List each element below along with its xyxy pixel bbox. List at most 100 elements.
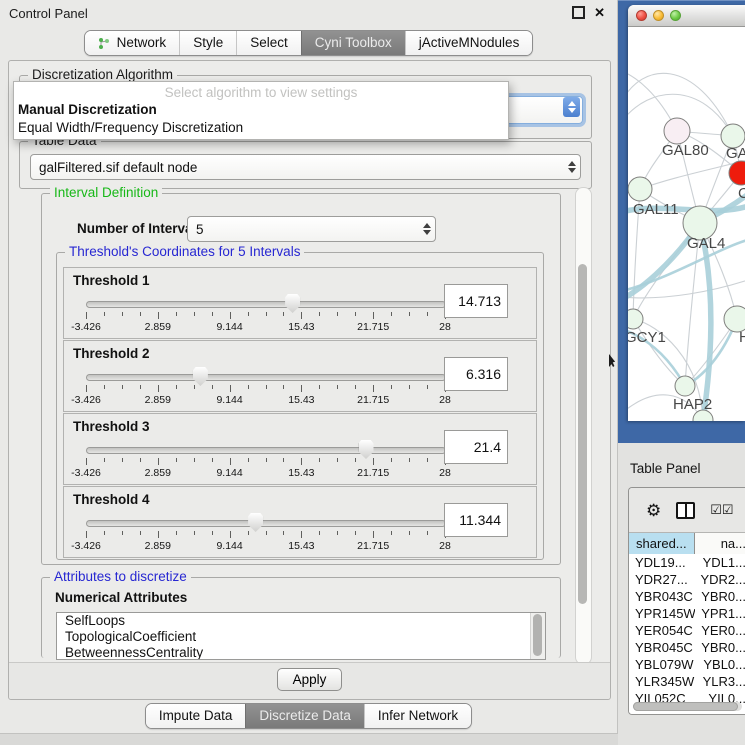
threshold-row: Threshold 2 -3.4262.8599.14415.4321.7152… [63, 340, 537, 412]
table-row[interactable]: YPR145WYPR1... [629, 605, 745, 622]
tab-discretize-data[interactable]: Discretize Data [245, 704, 364, 728]
slider-tick-labels: -3.4262.8599.14415.4321.71528 [86, 540, 446, 552]
slider-ticks [86, 458, 446, 466]
table-row[interactable]: YDL19...YDL1... [629, 554, 745, 571]
tab-network[interactable]: Network [85, 31, 180, 55]
zoom-traffic-light-icon[interactable] [670, 10, 681, 21]
list-item-selfloops[interactable]: SelfLoops [57, 613, 545, 629]
tab-select[interactable]: Select [236, 31, 301, 55]
threshold-slider[interactable]: -3.4262.8599.14415.4321.71528 [86, 298, 446, 334]
control-panel-titlebar: Control Panel ✕ [0, 0, 617, 26]
table-row[interactable]: YER054CYER0... [629, 622, 745, 639]
network-window-titlebar[interactable] [628, 5, 745, 27]
tab-infer-network[interactable]: Infer Network [364, 704, 471, 728]
slider-ticks [86, 312, 446, 320]
table-data-group: Table Data galFiltered.sif default node [19, 141, 592, 189]
cell-name: YBR0... [695, 639, 745, 656]
top-tab-bar: Network Style SelectCyni Toolbox jActiveMNo… [84, 30, 534, 56]
number-of-intervals-value: 5 [188, 222, 418, 237]
float-window-icon[interactable] [572, 6, 585, 19]
slider-tick-labels: -3.4262.8599.14415.4321.71528 [86, 394, 446, 406]
slider-ticks [86, 531, 446, 539]
option-manual-discretization[interactable]: Manual Discretization [14, 101, 508, 119]
settings-gear-icon[interactable]: ⚙ [646, 502, 661, 519]
number-of-intervals-combobox[interactable]: 5 [187, 216, 436, 242]
table-header: shared... na... [629, 532, 745, 555]
network-node-gal11[interactable] [628, 177, 652, 201]
tab-label: Style [193, 31, 223, 55]
table-hscrollbar[interactable] [633, 702, 742, 711]
network-node-label: GCY1 [628, 329, 666, 346]
combo-stepper-icon[interactable] [563, 155, 580, 179]
cell-shared-name: YDL19... [629, 554, 697, 571]
table-data-combobox[interactable]: galFiltered.sif default node [30, 154, 581, 180]
apply-bar: Apply [9, 662, 610, 699]
slider-track[interactable] [86, 447, 446, 454]
threshold-slider[interactable]: -3.4262.8599.14415.4321.71528 [86, 371, 446, 407]
list-item-topologicalcoefficient[interactable]: TopologicalCoefficient [57, 629, 545, 645]
settings-scrollbar-thumb[interactable] [578, 264, 587, 604]
threshold-row: Threshold 1 -3.4262.8599.14415.4321.7152… [63, 267, 537, 339]
interval-definition-group: Interval Definition Number of Intervals … [41, 193, 561, 565]
tab-label: jActiveMNodules [419, 31, 520, 55]
number-of-intervals-label: Number of Intervals [77, 221, 204, 236]
network-node-hap2[interactable] [675, 376, 695, 396]
tab-impute-data[interactable]: Impute Data [146, 704, 246, 728]
tab-label: Discretize Data [259, 704, 351, 728]
table-hscrollbar-thumb[interactable] [633, 702, 738, 711]
column-layout-icon[interactable] [676, 502, 695, 519]
numerical-attributes-list[interactable]: SelfLoopsTopologicalCoefficientBetweenne… [56, 612, 546, 660]
column-header-shared-name[interactable]: shared... [629, 533, 695, 555]
close-icon[interactable]: ✕ [594, 6, 605, 19]
slider-thumb[interactable] [285, 294, 300, 313]
close-traffic-light-icon[interactable] [636, 10, 647, 21]
threshold-slider[interactable]: -3.4262.8599.14415.4321.71528 [86, 517, 446, 553]
slider-thumb[interactable] [248, 513, 263, 532]
network-node-label: GAL4 [687, 235, 725, 252]
slider-track[interactable] [86, 374, 446, 381]
cell-shared-name: YBR045C [629, 639, 695, 656]
cell-name: YBL0... [697, 656, 745, 673]
slider-track[interactable] [86, 301, 446, 308]
table-row[interactable]: YBL079WYBL0... [629, 656, 745, 673]
table-row[interactable]: YBR043CYBR0... [629, 588, 745, 605]
table-row[interactable]: YDR27...YDR2... [629, 571, 745, 588]
list-item-betweennesscentrality[interactable]: BetweennessCentrality [57, 645, 545, 660]
table-body: YDL19...YDL1...YDR27...YDR2...YBR043CYBR… [629, 554, 745, 714]
thresholds-coordinates-group: Threshold's Coordinates for 5 Intervals … [56, 252, 544, 560]
network-canvas[interactable]: GAL80GACGAL11GAL4GCY1HHAP2 [628, 27, 745, 421]
threshold-value-field[interactable]: 14.713 [444, 284, 508, 318]
threshold-slider[interactable]: -3.4262.8599.14415.4321.71528 [86, 444, 446, 480]
tab-cyni-toolbox[interactable]: Cyni Toolbox [301, 31, 405, 55]
table-row[interactable]: YLR345WYLR3... [629, 673, 745, 690]
minimize-traffic-light-icon[interactable] [653, 10, 664, 21]
select-columns-checkboxes-icon[interactable]: ☑☑ [710, 502, 733, 518]
network-node-label: GA [726, 145, 745, 162]
combo-stepper-icon[interactable] [563, 97, 580, 117]
cell-name: YDR2... [694, 571, 745, 588]
threshold-label: Threshold 4 [73, 492, 150, 507]
network-node-gal80[interactable] [664, 118, 690, 144]
cyni-toolbox-panel: Discretization Algorithm Select algorith… [8, 60, 611, 700]
table-row[interactable]: YBR045CYBR0... [629, 639, 745, 656]
option-equal-width-frequency-discretization[interactable]: Equal Width/Frequency Discretization [14, 119, 508, 137]
thresholds-group-title: Threshold's Coordinates for 5 Intervals [65, 245, 304, 259]
slider-track[interactable] [86, 520, 446, 527]
algorithm-hint-option[interactable]: Select algorithm to view settings [14, 82, 508, 101]
threshold-value-field[interactable]: 11.344 [444, 503, 508, 537]
tab-style[interactable]: Style [179, 31, 236, 55]
list-scrollbar-thumb[interactable] [533, 614, 542, 656]
threshold-value-field[interactable]: 21.4 [444, 430, 508, 464]
slider-thumb[interactable] [359, 440, 374, 459]
threshold-value-field[interactable]: 6.316 [444, 357, 508, 391]
settings-scrollbar[interactable] [575, 187, 592, 665]
algorithm-group-title: Discretization Algorithm [28, 68, 177, 82]
list-scrollbar[interactable] [530, 613, 545, 659]
network-node-label: H [739, 329, 745, 346]
tab-jactivemnodules[interactable]: jActiveMNodules [405, 31, 533, 55]
network-node-gcy1[interactable] [628, 309, 643, 329]
apply-button[interactable]: Apply [277, 668, 343, 691]
slider-thumb[interactable] [193, 367, 208, 386]
combo-stepper-icon[interactable] [418, 217, 435, 241]
column-header-name[interactable]: na... [695, 533, 745, 555]
